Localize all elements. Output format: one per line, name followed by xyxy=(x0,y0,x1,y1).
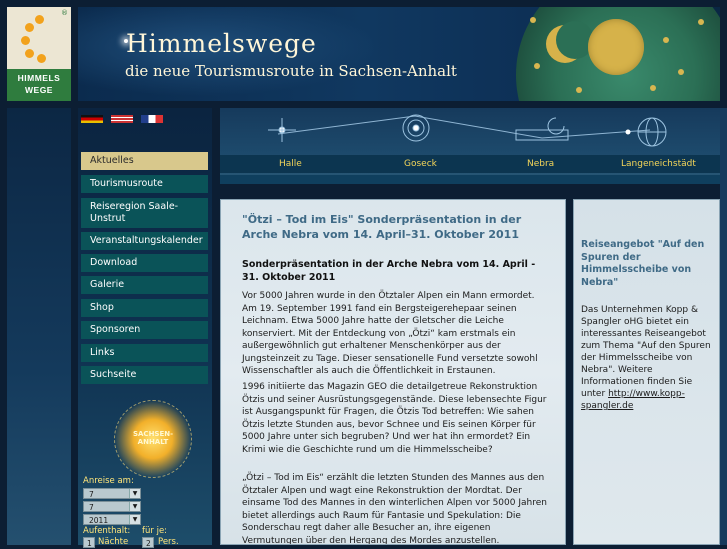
article-subheading: Sonderpräsentation in der Arche Nebra vo… xyxy=(242,259,536,283)
route-stations-strip: Halle Goseck Nebra Langeneichstädt xyxy=(220,108,720,184)
stay-label: Aufenthalt: xyxy=(83,526,131,536)
navigation-sidebar: Aktuelles Tourismusroute Reiseregion Saa… xyxy=(78,108,212,548)
flag-german-icon[interactable] xyxy=(81,115,103,123)
main-content: "Ötzi – Tod im Eis" Sonderpräsentation i… xyxy=(220,199,566,545)
chevron-down-icon: ▼ xyxy=(129,515,140,524)
nav-item-shop[interactable]: Shop xyxy=(81,299,208,317)
nav-item-links[interactable]: Links xyxy=(81,344,208,362)
nav-item-veranstaltungskalender[interactable]: Veranstaltungskalender xyxy=(81,232,208,250)
chevron-down-icon: ▼ xyxy=(129,489,140,498)
header-banner: Himmelswege die neue Tourismusroute in S… xyxy=(78,7,720,101)
station-nebra[interactable]: Nebra xyxy=(527,159,554,169)
flag-english-icon[interactable] xyxy=(111,115,133,123)
site-subtitle: die neue Tourismusroute in Sachsen-Anhal… xyxy=(125,62,457,80)
site-title: Himmelswege xyxy=(126,29,317,58)
arrival-day-select[interactable]: 7 ▼ xyxy=(83,488,141,499)
station-goseck[interactable]: Goseck xyxy=(404,159,437,169)
langeneichstaedt-globe-icon xyxy=(637,117,667,147)
station-halle[interactable]: Halle xyxy=(279,159,302,169)
halle-star-icon xyxy=(268,118,296,142)
sun-icon xyxy=(588,19,644,75)
logo-dot-icon xyxy=(25,49,34,58)
persons-select[interactable]: 2 xyxy=(142,537,154,548)
nav-item-tourismusroute[interactable]: Tourismusroute xyxy=(81,175,208,193)
for-label: für je: xyxy=(142,526,168,536)
logo-text-line1: HIMMELS xyxy=(17,73,61,83)
article-paragraph: 1996 initiierte das Magazin GEO die deta… xyxy=(242,382,547,455)
logo-dot-icon xyxy=(37,54,46,63)
nights-select[interactable]: 1 xyxy=(83,537,95,548)
goseck-ring-icon xyxy=(402,114,430,142)
offer-text: Das Unternehmen Kopp & Spangler oHG biet… xyxy=(581,305,711,411)
registered-mark: ® xyxy=(61,9,68,17)
persons-label: Pers. xyxy=(158,537,179,547)
right-edge xyxy=(720,108,727,545)
arrival-label: Anreise am: xyxy=(83,476,134,486)
nav-item-aktuelles[interactable]: Aktuelles xyxy=(81,152,208,170)
flag-french-icon[interactable] xyxy=(141,115,163,123)
offer-heading: Reiseangebot "Auf den Spuren der Himmels… xyxy=(581,239,705,288)
nav-item-suchseite[interactable]: Suchseite xyxy=(81,366,208,384)
left-decoration xyxy=(7,108,71,545)
logo-dot-icon xyxy=(35,15,44,24)
logo-dot-icon xyxy=(25,23,34,32)
nav-item-galerie[interactable]: Galerie xyxy=(81,276,208,294)
side-offer-box: Reiseangebot "Auf den Spuren der Himmels… xyxy=(573,199,720,545)
nav-item-reiseregion[interactable]: Reiseregion Saale-Unstrut xyxy=(81,198,208,228)
nav-item-sponsoren[interactable]: Sponsoren xyxy=(81,321,208,339)
constellation-graphic xyxy=(268,114,667,147)
nav-item-download[interactable]: Download xyxy=(81,254,208,272)
chevron-down-icon: ▼ xyxy=(129,502,140,511)
article-paragraph: „Ötzi – Tod im Eis“ erzählt die letzten … xyxy=(242,473,547,545)
arrival-year-select[interactable]: 2011 ▼ xyxy=(83,514,141,525)
station-langeneichstaedt[interactable]: Langeneichstädt xyxy=(621,159,696,169)
logo-text-line2: WEGE xyxy=(25,85,53,95)
article-paragraph: Vor 5000 Jahren wurde in den Ötztaler Al… xyxy=(242,291,538,376)
arrival-month-select[interactable]: 7 ▼ xyxy=(83,501,141,512)
sachsen-anhalt-seal[interactable]: SACHSEN-ANHALT xyxy=(114,400,192,478)
article-title: "Ötzi – Tod im Eis" Sonderpräsentation i… xyxy=(242,213,522,241)
logo[interactable]: ® HIMMELS WEGE xyxy=(7,7,71,101)
logo-dot-icon xyxy=(21,36,30,45)
seal-text: SACHSEN-ANHALT xyxy=(132,430,174,446)
nights-label: Nächte xyxy=(98,537,129,547)
